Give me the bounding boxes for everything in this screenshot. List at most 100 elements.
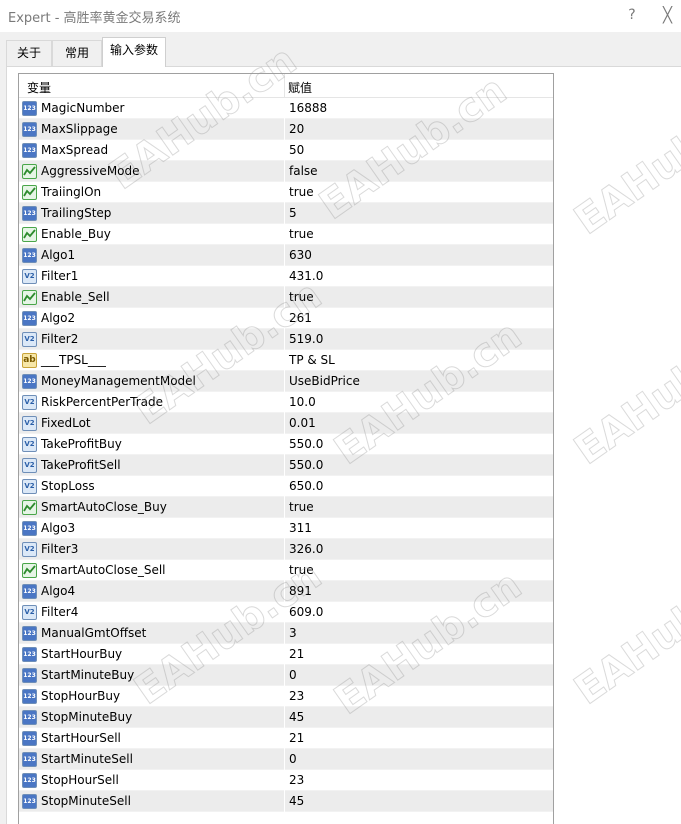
- parameter-value[interactable]: 519.0: [289, 332, 323, 346]
- parameter-value[interactable]: true: [289, 500, 314, 514]
- parameter-value[interactable]: 0: [289, 668, 297, 682]
- help-button[interactable]: ?: [622, 4, 642, 26]
- parameter-value[interactable]: 0.01: [289, 416, 316, 430]
- cell-divider: [284, 728, 285, 749]
- tab-about[interactable]: 关于: [6, 40, 52, 66]
- parameter-value[interactable]: 550.0: [289, 437, 323, 451]
- parameter-value[interactable]: 3: [289, 626, 297, 640]
- cell-divider: [284, 707, 285, 728]
- table-row[interactable]: Enable_Sell true: [19, 287, 553, 308]
- parameter-value[interactable]: UseBidPrice: [289, 374, 360, 388]
- column-header-variable[interactable]: 变量: [27, 79, 51, 96]
- table-row[interactable]: 123 StopMinuteBuy 45: [19, 707, 553, 728]
- parameter-value[interactable]: false: [289, 164, 318, 178]
- table-row[interactable]: 123 StartHourSell 21: [19, 728, 553, 749]
- table-row[interactable]: Enable_Buy true: [19, 224, 553, 245]
- table-row[interactable]: AggressiveMode false: [19, 161, 553, 182]
- table-row[interactable]: V2 Filter4 609.0: [19, 602, 553, 623]
- cell-divider: [284, 308, 285, 329]
- cell-divider: [284, 560, 285, 581]
- table-row[interactable]: 123 Algo2 261: [19, 308, 553, 329]
- table-row[interactable]: V2 Filter1 431.0: [19, 266, 553, 287]
- table-row[interactable]: V2 TakeProfitSell 550.0: [19, 455, 553, 476]
- table-row[interactable]: V2 StopLoss 650.0: [19, 476, 553, 497]
- parameter-value[interactable]: 261: [289, 311, 312, 325]
- table-row[interactable]: 123 Algo3 311: [19, 518, 553, 539]
- cell-divider: [284, 476, 285, 497]
- column-header-value[interactable]: 赋值: [288, 79, 312, 96]
- table-row[interactable]: V2 Filter3 326.0: [19, 539, 553, 560]
- parameter-value[interactable]: 23: [289, 773, 304, 787]
- parameter-value[interactable]: 0: [289, 752, 297, 766]
- tab-inputs[interactable]: 输入参数: [102, 37, 166, 67]
- parameter-value[interactable]: true: [289, 563, 314, 577]
- cell-divider: [284, 203, 285, 224]
- close-button[interactable]: ╳: [663, 4, 681, 26]
- table-row[interactable]: 123 StartHourBuy 21: [19, 644, 553, 665]
- cell-divider: [284, 518, 285, 539]
- parameter-value[interactable]: true: [289, 227, 314, 241]
- parameter-value[interactable]: 20: [289, 122, 304, 136]
- parameter-value[interactable]: 16888: [289, 101, 327, 115]
- parameter-name: ManualGmtOffset: [41, 626, 147, 640]
- table-row[interactable]: 123 StopHourSell 23: [19, 770, 553, 791]
- parameter-value[interactable]: true: [289, 185, 314, 199]
- table-row[interactable]: 123 StopHourBuy 23: [19, 686, 553, 707]
- cell-divider: [284, 497, 285, 518]
- table-row[interactable]: SmartAutoClose_Buy true: [19, 497, 553, 518]
- integer-icon: 123: [22, 710, 37, 725]
- parameter-value[interactable]: 609.0: [289, 605, 323, 619]
- parameter-value[interactable]: true: [289, 290, 314, 304]
- table-row[interactable]: 123 ManualGmtOffset 3: [19, 623, 553, 644]
- parameter-value[interactable]: TP & SL: [289, 353, 335, 367]
- parameter-value[interactable]: 10.0: [289, 395, 316, 409]
- parameter-value[interactable]: 630: [289, 248, 312, 262]
- table-row[interactable]: TraiinglOn true: [19, 182, 553, 203]
- cell-divider: [284, 245, 285, 266]
- parameter-value[interactable]: 650.0: [289, 479, 323, 493]
- parameter-value[interactable]: 550.0: [289, 458, 323, 472]
- table-row[interactable]: 123 Algo4 891: [19, 581, 553, 602]
- parameter-value[interactable]: 326.0: [289, 542, 323, 556]
- table-row[interactable]: 123 MagicNumber 16888: [19, 98, 553, 119]
- parameter-value[interactable]: 5: [289, 206, 297, 220]
- parameter-name: StopMinuteBuy: [41, 710, 133, 724]
- table-row[interactable]: V2 TakeProfitBuy 550.0: [19, 434, 553, 455]
- table-row[interactable]: 123 StopMinuteSell 45: [19, 791, 553, 812]
- table-row[interactable]: 123 StartMinuteSell 0: [19, 749, 553, 770]
- integer-icon: 123: [22, 584, 37, 599]
- cell-divider: [284, 644, 285, 665]
- parameter-value[interactable]: 431.0: [289, 269, 323, 283]
- table-row[interactable]: 123 MaxSpread 50: [19, 140, 553, 161]
- boolean-icon: [22, 164, 37, 179]
- table-row[interactable]: 123 MaxSlippage 20: [19, 119, 553, 140]
- table-row[interactable]: 123 MoneyManagementModel UseBidPrice: [19, 371, 553, 392]
- parameter-value[interactable]: 45: [289, 794, 304, 808]
- table-row[interactable]: 123 TrailingStep 5: [19, 203, 553, 224]
- window-title: Expert - 高胜率黄金交易系统: [8, 11, 181, 26]
- table-row[interactable]: V2 FixedLot 0.01: [19, 413, 553, 434]
- parameter-value[interactable]: 311: [289, 521, 312, 535]
- parameter-value[interactable]: 50: [289, 143, 304, 157]
- table-row[interactable]: SmartAutoClose_Sell true: [19, 560, 553, 581]
- cell-divider: [284, 119, 285, 140]
- parameter-name: Algo2: [41, 311, 76, 325]
- cell-divider: [284, 98, 285, 119]
- table-row[interactable]: ab ___TPSL___ TP & SL: [19, 350, 553, 371]
- cell-divider: [284, 455, 285, 476]
- table-row[interactable]: 123 StartMinuteBuy 0: [19, 665, 553, 686]
- parameter-value[interactable]: 21: [289, 647, 304, 661]
- parameter-value[interactable]: 23: [289, 689, 304, 703]
- tab-common[interactable]: 常用: [52, 40, 102, 66]
- parameter-name: Algo3: [41, 521, 76, 535]
- table-row[interactable]: V2 RiskPercentPerTrade 10.0: [19, 392, 553, 413]
- cell-divider: [284, 686, 285, 707]
- parameter-value[interactable]: 45: [289, 710, 304, 724]
- cell-divider: [284, 182, 285, 203]
- table-row[interactable]: 123 Algo1 630: [19, 245, 553, 266]
- parameter-value[interactable]: 21: [289, 731, 304, 745]
- column-divider[interactable]: [284, 74, 285, 98]
- parameter-value[interactable]: 891: [289, 584, 312, 598]
- table-row[interactable]: V2 Filter2 519.0: [19, 329, 553, 350]
- parameter-name: MaxSlippage: [41, 122, 118, 136]
